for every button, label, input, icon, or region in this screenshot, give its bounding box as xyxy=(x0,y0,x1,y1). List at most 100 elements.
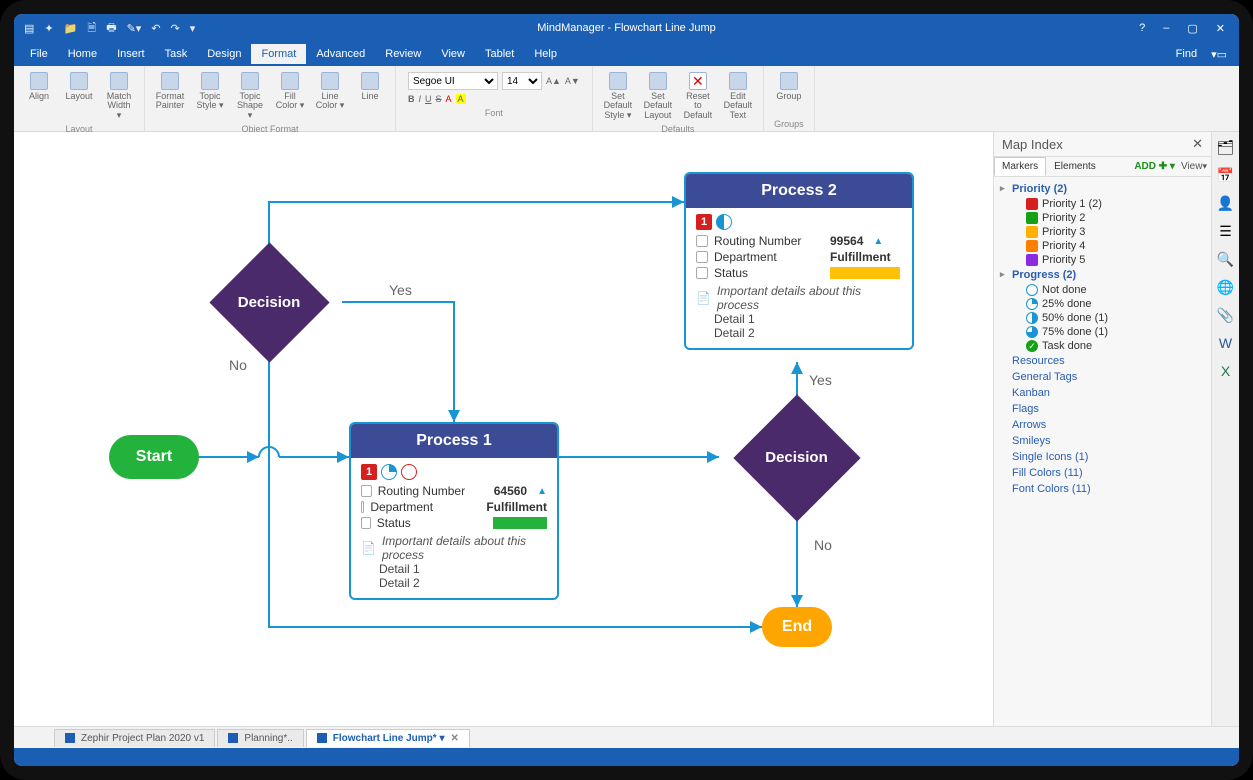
progress-item[interactable]: Not done xyxy=(998,283,1207,297)
flowchart: Start Decision Yes No Process 1 xyxy=(14,132,993,726)
tab-task[interactable]: Task xyxy=(155,44,198,64)
shrink-font-button[interactable]: A▼ xyxy=(565,76,580,86)
set-default-style-button[interactable]: Set Default Style ▾ xyxy=(601,70,635,122)
excel-icon[interactable]: X xyxy=(1217,362,1235,380)
topic-shape-button[interactable]: Topic Shape ▾ xyxy=(233,70,267,122)
priority-item[interactable]: Priority 5 xyxy=(998,253,1207,267)
restore-button[interactable]: ▢ xyxy=(1187,22,1197,35)
doc-tab-active[interactable]: Flowchart Line Jump* ▾✕ xyxy=(306,729,470,747)
panel-close-icon[interactable]: ✕ xyxy=(1192,136,1203,152)
font-color-button[interactable]: A xyxy=(446,94,452,104)
minimize-button[interactable]: – xyxy=(1163,22,1169,35)
doc-tab[interactable]: Zephir Project Plan 2020 v1 xyxy=(54,729,215,747)
node-start[interactable]: Start xyxy=(109,435,199,479)
collapse-icon[interactable]: ▲ xyxy=(537,486,547,497)
qa-pen-icon[interactable]: ✎▾ xyxy=(127,22,142,35)
tab-format[interactable]: Format xyxy=(251,44,306,64)
tab-file[interactable]: File xyxy=(20,44,58,64)
match-width-button[interactable]: Match Width ▾ xyxy=(102,70,136,122)
edit-default-text-button[interactable]: Edit Default Text xyxy=(721,70,755,122)
font-family-select[interactable]: Segoe UI xyxy=(408,72,498,90)
panel-tab-elements[interactable]: Elements xyxy=(1046,157,1104,176)
word-icon[interactable]: W xyxy=(1217,334,1235,352)
qa-save-icon[interactable]: ✦ xyxy=(44,22,53,35)
tab-review[interactable]: Review xyxy=(375,44,431,64)
node-process-2[interactable]: Process 2 Routing Number99564▲ Departmen… xyxy=(684,172,914,350)
group-kanban[interactable]: Kanban xyxy=(998,385,1207,401)
progress-item[interactable]: 75% done (1) xyxy=(998,325,1207,339)
contacts-icon[interactable]: 👤 xyxy=(1217,194,1235,212)
group-fill-colors[interactable]: Fill Colors (11) xyxy=(998,465,1207,481)
group-progress[interactable]: Progress (2) xyxy=(998,267,1207,283)
search-pane-icon[interactable]: 🔍 xyxy=(1217,250,1235,268)
tab-design[interactable]: Design xyxy=(197,44,251,64)
priority-item[interactable]: Priority 3 xyxy=(998,225,1207,239)
help-icon[interactable]: ? xyxy=(1139,22,1145,35)
priority-item[interactable]: Priority 2 xyxy=(998,211,1207,225)
reset-to-default-button[interactable]: ✕Reset to Default xyxy=(681,70,715,122)
group-general-tags[interactable]: General Tags xyxy=(998,369,1207,385)
set-default-layout-button[interactable]: Set Default Layout xyxy=(641,70,675,122)
close-button[interactable]: ✕ xyxy=(1216,22,1225,35)
node-decision-1[interactable]: Decision xyxy=(204,252,334,352)
tab-view[interactable]: View xyxy=(431,44,475,64)
node-process-1[interactable]: Process 1 Routing Number64560▲ Departmen… xyxy=(349,422,559,600)
node-end[interactable]: End xyxy=(762,607,832,647)
task-pane-icon[interactable]: 🗂 xyxy=(1217,138,1235,156)
panel-add-button[interactable]: ADD ✚ ▾ xyxy=(1134,161,1175,172)
qa-new-icon[interactable]: 🗎 xyxy=(87,19,96,38)
node-decision-2[interactable]: Decision xyxy=(724,410,869,505)
find-link[interactable]: Find xyxy=(1176,48,1197,60)
italic-button[interactable]: I xyxy=(419,94,422,104)
qa-print-icon[interactable]: 🖶 xyxy=(106,19,116,38)
group-smileys[interactable]: Smileys xyxy=(998,433,1207,449)
panel-tab-markers[interactable]: Markers xyxy=(994,157,1046,176)
qa-redo-icon[interactable]: ↷ xyxy=(171,22,180,35)
outline-icon[interactable]: ☰ xyxy=(1217,222,1235,240)
tab-home[interactable]: Home xyxy=(58,44,107,64)
group-arrows[interactable]: Arrows xyxy=(998,417,1207,433)
fill-color-button[interactable]: Fill Color ▾ xyxy=(273,70,307,113)
qa-file-icon[interactable]: ▤ xyxy=(24,22,34,35)
strike-button[interactable]: S xyxy=(436,94,442,104)
panel-view-button[interactable]: View xyxy=(1181,161,1203,172)
tab-tablet[interactable]: Tablet xyxy=(475,44,524,64)
close-tab-icon[interactable]: ✕ xyxy=(450,733,458,744)
browser-icon[interactable]: 🌐 xyxy=(1217,278,1235,296)
grow-font-button[interactable]: A▲ xyxy=(546,76,561,86)
format-painter-button[interactable]: Format Painter xyxy=(153,70,187,113)
qa-more-icon[interactable]: ▾ xyxy=(190,22,196,35)
canvas[interactable]: Start Decision Yes No Process 1 xyxy=(14,132,993,726)
group-flags[interactable]: Flags xyxy=(998,401,1207,417)
highlight-button[interactable]: A xyxy=(456,94,466,104)
priority-item[interactable]: Priority 1 (2) xyxy=(998,197,1207,211)
tab-advanced[interactable]: Advanced xyxy=(306,44,375,64)
qa-undo-icon[interactable]: ↶ xyxy=(151,22,160,35)
progress-item[interactable]: 50% done (1) xyxy=(998,311,1207,325)
group-single-icons[interactable]: Single Icons (1) xyxy=(998,449,1207,465)
calendar-icon[interactable]: 📅 xyxy=(1217,166,1235,184)
doc-tab[interactable]: Planning*.. xyxy=(217,729,303,747)
tab-help[interactable]: Help xyxy=(524,44,567,64)
qa-open-icon[interactable]: 📁 xyxy=(64,22,78,35)
collapse-icon[interactable]: ▲ xyxy=(873,236,883,247)
tab-insert[interactable]: Insert xyxy=(107,44,155,64)
align-button[interactable]: Align xyxy=(22,70,56,103)
group-priority[interactable]: Priority (2) xyxy=(998,181,1207,197)
collapse-ribbon-icon[interactable]: ▾▭ xyxy=(1211,48,1227,61)
layout-button[interactable]: Layout xyxy=(62,70,96,103)
priority-item[interactable]: Priority 4 xyxy=(998,239,1207,253)
progress-item[interactable]: 25% done xyxy=(998,297,1207,311)
line-button[interactable]: Line xyxy=(353,70,387,103)
line-color-button[interactable]: Line Color ▾ xyxy=(313,70,347,113)
group-button[interactable]: Group xyxy=(772,70,806,103)
font-size-select[interactable]: 14 xyxy=(502,72,542,90)
group-resources[interactable]: Resources xyxy=(998,353,1207,369)
attachments-icon[interactable]: 📎 xyxy=(1217,306,1235,324)
topic-style-button[interactable]: Topic Style ▾ xyxy=(193,70,227,113)
bold-button[interactable]: B xyxy=(408,94,415,104)
app-window: ▤ ✦ 📁 🗎 🖶 ✎▾ ↶ ↷ ▾ MindManager - Flowcha… xyxy=(14,14,1239,766)
underline-button[interactable]: U xyxy=(425,94,432,104)
group-font-colors[interactable]: Font Colors (11) xyxy=(998,481,1207,497)
progress-item[interactable]: Task done xyxy=(998,339,1207,353)
